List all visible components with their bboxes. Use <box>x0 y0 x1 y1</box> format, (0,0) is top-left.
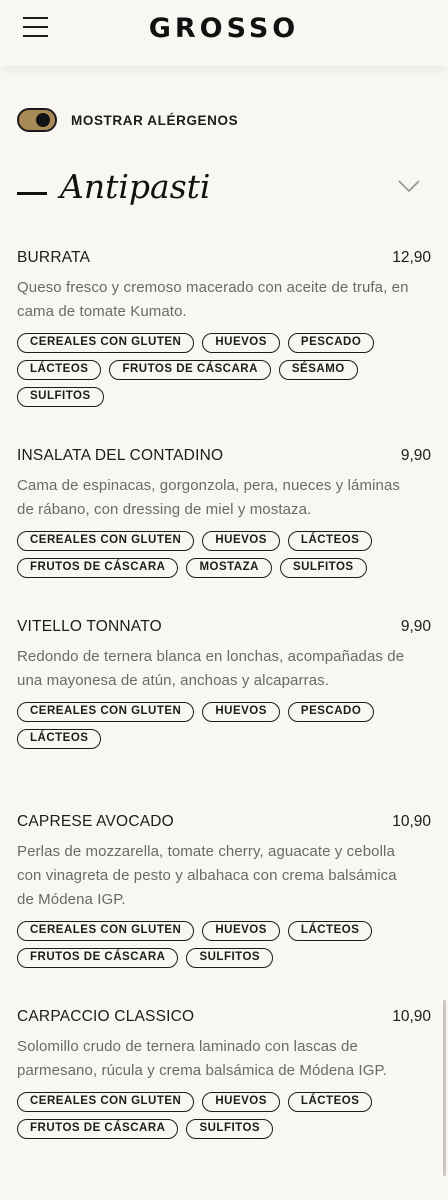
allergen-tags: CEREALES CON GLUTEN HUEVOS LÁCTEOS FRUTOS D… <box>17 1092 417 1139</box>
allergen-tag: HUEVOS <box>202 531 280 551</box>
top-header: GROSSO <box>0 0 448 66</box>
allergen-tags: CEREALES CON GLUTEN HUEVOS LÁCTEOS FRUTOS D… <box>17 921 417 968</box>
allergen-tag: SULFITOS <box>186 1119 274 1139</box>
menu-item: CAPRESE AVOCADO 10,90 Perlas de mozzarel… <box>17 812 431 968</box>
section-header-antipasti[interactable]: Antipasti <box>17 166 427 208</box>
allergen-tag: LÁCTEOS <box>287 531 373 551</box>
item-description: Cama de espinacas, gorgonzola, pera, nue… <box>17 477 401 518</box>
allergen-tag: HUEVOS <box>202 1092 280 1112</box>
allergen-tag: HUEVOS <box>202 921 280 941</box>
allergen-tag: FRUTOS DE CÁSCARA <box>17 1119 179 1139</box>
allergen-tag: LÁCTEOS <box>287 921 373 941</box>
allergen-tag: PESCADO <box>287 333 375 353</box>
allergen-tag: FRUTOS DE CÁSCARA <box>109 360 271 380</box>
allergen-tag: SÉSAMO <box>278 360 358 380</box>
item-name: CAPRESE AVOCADO <box>17 813 174 830</box>
allergen-tag: SULFITOS <box>17 387 104 407</box>
allergen-tag: SULFITOS <box>186 948 274 968</box>
allergen-tag: LÁCTEOS <box>17 729 102 749</box>
brand-logo[interactable]: GROSSO <box>0 13 448 44</box>
allergen-tag: HUEVOS <box>202 333 280 353</box>
menu-item: CARPACCIO CLASSICO 10,90 Solomillo crudo… <box>17 1007 431 1139</box>
chevron-down-icon[interactable] <box>397 174 421 198</box>
item-price: 12,90 <box>392 249 431 266</box>
menu-item: INSALATA DEL CONTADINO 9,90 Cama de espi… <box>17 446 431 578</box>
menu-item: VITELLO TONNATO 9,90 Redondo de ternera … <box>17 617 431 749</box>
item-price: 9,90 <box>400 447 431 464</box>
item-price: 9,90 <box>400 618 431 635</box>
allergen-tags: CEREALES CON GLUTEN HUEVOS LÁCTEOS FRUTOS D… <box>17 531 417 578</box>
allergen-tags: CEREALES CON GLUTEN HUEVOS PESCADO LÁCTEOS F… <box>17 333 417 407</box>
item-description: Queso fresco y cremoso macerado con acei… <box>17 279 409 320</box>
allergen-tag: CEREALES CON GLUTEN <box>17 333 195 353</box>
item-name: CARPACCIO CLASSICO <box>17 1008 195 1025</box>
section-title: Antipasti <box>60 167 211 206</box>
item-description: Perlas de mozzarella, tomate cherry, agu… <box>17 843 397 908</box>
allergen-tag: PESCADO <box>287 702 375 722</box>
item-description: Redondo de ternera blanca en lonchas, ac… <box>17 648 405 689</box>
toggle-knob <box>36 113 50 127</box>
item-name: INSALATA DEL CONTADINO <box>17 447 224 464</box>
item-description: Solomillo crudo de ternera laminado con … <box>17 1038 387 1079</box>
allergen-tag: LÁCTEOS <box>17 360 102 380</box>
scrollbar[interactable] <box>443 1000 446 1176</box>
allergen-tags: CEREALES CON GLUTEN HUEVOS PESCADO LÁCTEOS <box>17 702 417 749</box>
item-name: BURRATA <box>17 249 91 266</box>
allergen-tag: CEREALES CON GLUTEN <box>17 531 195 551</box>
allergen-toggle-label[interactable]: MOSTRAR ALÉRGENOS <box>71 113 238 128</box>
allergen-tag: MOSTAZA <box>186 558 272 578</box>
allergen-toggle[interactable] <box>17 108 57 132</box>
allergen-toggle-row: MOSTRAR ALÉRGENOS <box>17 108 238 132</box>
item-price: 10,90 <box>392 1008 431 1025</box>
item-name: VITELLO TONNATO <box>17 618 162 635</box>
allergen-tag: HUEVOS <box>202 702 280 722</box>
allergen-tag: LÁCTEOS <box>287 1092 373 1112</box>
section-dash <box>17 192 47 195</box>
allergen-tag: CEREALES CON GLUTEN <box>17 921 195 941</box>
allergen-tag: CEREALES CON GLUTEN <box>17 1092 195 1112</box>
menu-item: BURRATA 12,90 Queso fresco y cremoso mac… <box>17 248 431 407</box>
allergen-tag: SULFITOS <box>279 558 367 578</box>
allergen-tag: CEREALES CON GLUTEN <box>17 702 195 722</box>
item-price: 10,90 <box>392 813 431 830</box>
allergen-tag: FRUTOS DE CÁSCARA <box>17 948 179 968</box>
allergen-tag: FRUTOS DE CÁSCARA <box>17 558 179 578</box>
